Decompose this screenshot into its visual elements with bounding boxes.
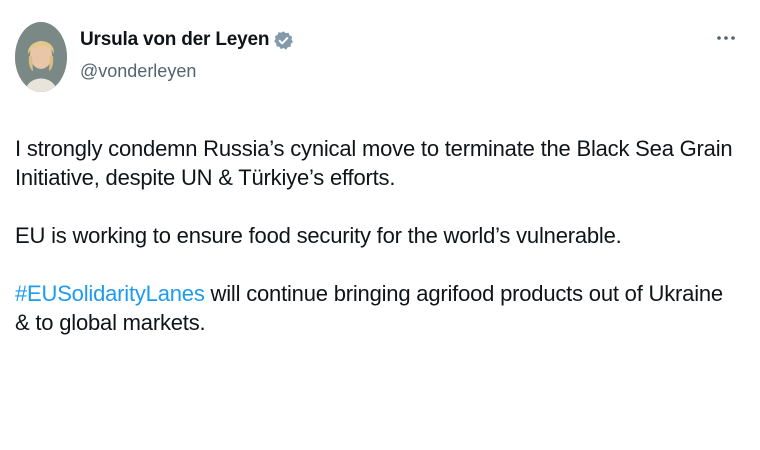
hashtag-link[interactable]: #EUSolidarityLanes [15,281,205,306]
tweet-paragraph-3: #EUSolidarityLanes will continue bringin… [15,279,735,337]
tweet-body: I strongly condemn Russia’s cynical move… [15,134,735,366]
user-handle[interactable]: @vonderleyen [80,61,294,82]
avatar[interactable] [15,22,67,92]
display-name[interactable]: Ursula von der Leyen [80,29,269,51]
tweet-paragraph-2: EU is working to ensure food security fo… [15,223,622,248]
tweet-card: Ursula von der Leyen @vonderleyen I stro… [0,0,760,450]
author-block: Ursula von der Leyen @vonderleyen [80,27,294,82]
tweet-paragraph-1: I strongly condemn Russia’s cynical move… [15,136,733,190]
verified-badge-icon[interactable] [273,30,294,51]
more-options-icon[interactable] [714,28,738,48]
avatar-photo-icon [15,22,67,92]
name-row: Ursula von der Leyen [80,27,294,53]
